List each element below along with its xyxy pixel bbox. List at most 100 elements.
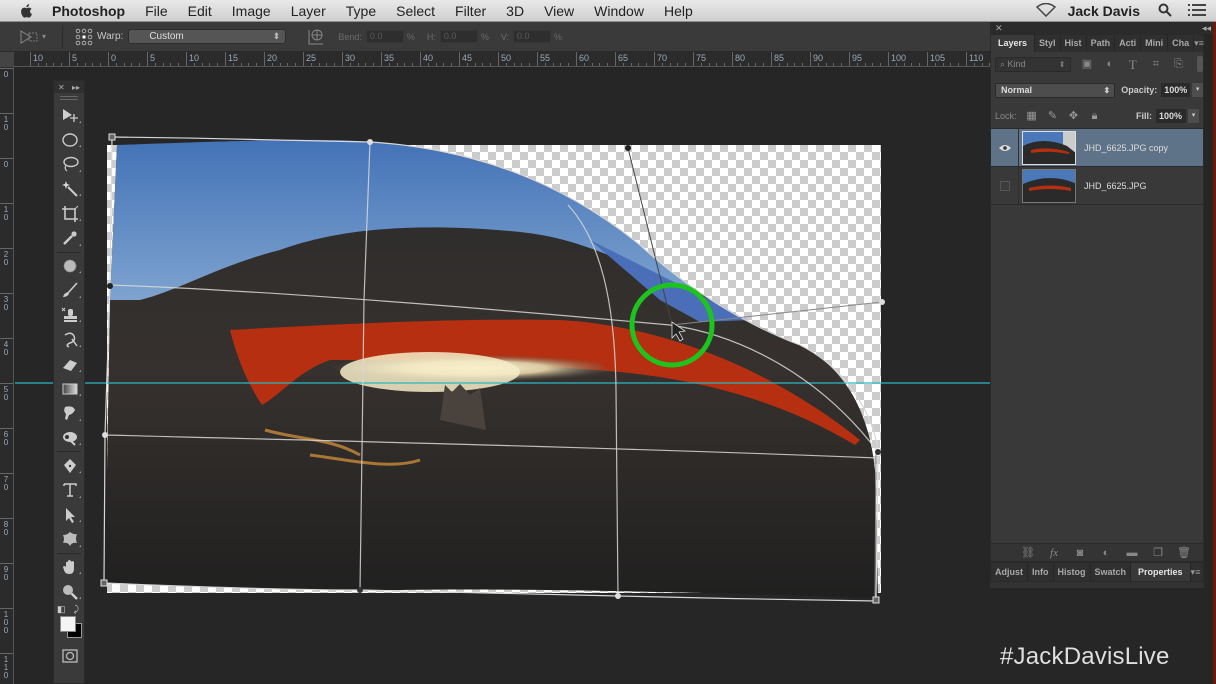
adjustment-layer-filter-icon[interactable]: ◐ — [1103, 58, 1116, 71]
new-layer-icon[interactable]: ❐ — [1151, 546, 1165, 559]
collapse-icon[interactable]: ◂◂ — [1202, 23, 1211, 34]
apple-icon[interactable] — [18, 3, 36, 19]
path-selection-tool[interactable] — [54, 503, 86, 528]
filter-toggle[interactable] — [1197, 56, 1203, 72]
clone-stamp-tool[interactable] — [54, 303, 86, 328]
tab-history[interactable]: Hist — [1061, 35, 1087, 52]
custom-shape-tool[interactable] — [54, 527, 86, 552]
pixel-layer-filter-icon[interactable]: ▣ — [1081, 58, 1094, 71]
layer-name[interactable]: JHD_6625.JPG — [1084, 181, 1147, 191]
vertical-distortion-input[interactable]: 0.0 — [513, 30, 552, 43]
tab-adjustments[interactable]: Adjust — [991, 563, 1028, 581]
menu-3d[interactable]: 3D — [496, 0, 534, 22]
gradient-tool[interactable] — [54, 377, 86, 402]
trash-icon[interactable]: 🗑︎ — [1177, 546, 1191, 559]
bend-input[interactable]: 0.0 — [365, 30, 404, 43]
layer-name[interactable]: JHD_6625.JPG copy — [1084, 143, 1168, 153]
corner-anchor[interactable] — [108, 133, 116, 141]
opacity-dropdown-icon[interactable]: ▾ — [1192, 83, 1203, 97]
control-handle[interactable] — [615, 593, 621, 599]
notification-list-icon[interactable] — [1188, 3, 1206, 20]
tab-info[interactable]: Info — [1028, 563, 1054, 581]
menu-view[interactable]: View — [534, 0, 584, 22]
smudge-tool[interactable] — [54, 401, 86, 426]
fill-input[interactable]: 100% — [1156, 109, 1186, 123]
menu-layer[interactable]: Layer — [281, 0, 336, 22]
new-group-icon[interactable]: ▬ — [1125, 547, 1139, 559]
lock-position-icon[interactable]: ✥ — [1068, 110, 1080, 122]
corner-anchor[interactable] — [100, 579, 108, 587]
elliptical-marquee-tool[interactable] — [54, 128, 86, 153]
collapse-icon[interactable]: ▸▸ — [72, 83, 80, 92]
warp-grid-icon[interactable] — [75, 28, 93, 46]
search-icon[interactable] — [1158, 3, 1172, 20]
fx-icon[interactable]: fx — [1047, 547, 1061, 559]
link-layers-icon[interactable]: ⛓ — [1021, 546, 1035, 559]
layer-visibility-toggle[interactable] — [991, 166, 1019, 205]
hand-tool[interactable] — [54, 555, 86, 580]
warp-style-select[interactable]: Custom — [128, 29, 287, 44]
warp-orientation-icon[interactable] — [306, 27, 326, 47]
control-handle[interactable] — [625, 145, 631, 151]
wifi-icon[interactable] — [1035, 2, 1056, 20]
user-name[interactable]: Jack Davis — [1068, 3, 1140, 19]
horizontal-ruler[interactable]: 10 5 0 5 10 15 20 25 30 35 40 45 50 55 60 65 70 75 80 85 90 9… — [14, 52, 990, 67]
tab-channels[interactable]: Cha — [1168, 35, 1195, 52]
crop-tool[interactable] — [54, 201, 86, 226]
tool-preset-picker[interactable] — [18, 28, 40, 46]
panel-menu-icon[interactable]: ▾≡ — [1191, 563, 1205, 581]
control-handle[interactable] — [879, 299, 885, 305]
close-icon[interactable]: ✕ — [58, 83, 65, 92]
properties-panel-collapsed[interactable] — [990, 582, 1204, 588]
magic-wand-tool[interactable] — [54, 177, 86, 202]
type-layer-filter-icon[interactable]: T — [1126, 58, 1139, 71]
tools-panel-header[interactable]: ✕ ▸▸ — [54, 81, 84, 93]
control-handle[interactable] — [875, 449, 881, 455]
dodge-tool[interactable] — [54, 426, 86, 451]
close-icon[interactable]: ✕ — [995, 23, 1003, 34]
control-handle[interactable] — [357, 587, 363, 593]
tab-styles[interactable]: Styl — [1035, 35, 1061, 52]
lock-all-icon[interactable]: 🔒︎ — [1089, 110, 1101, 122]
menu-file[interactable]: File — [135, 0, 178, 22]
adjustment-layer-icon[interactable]: ◐ — [1099, 547, 1113, 559]
filter-kind-select[interactable]: ⌕ Kind — [995, 56, 1071, 72]
menu-app-photoshop[interactable]: Photoshop — [52, 0, 135, 22]
blend-mode-select[interactable]: Normal — [995, 82, 1116, 98]
horizontal-distortion-input[interactable]: 0.0 — [439, 30, 478, 43]
menu-help[interactable]: Help — [654, 0, 703, 22]
type-tool[interactable] — [54, 478, 86, 503]
eraser-tool[interactable] — [54, 352, 86, 377]
control-handle[interactable] — [367, 139, 373, 145]
layer-visibility-toggle[interactable] — [991, 128, 1019, 167]
lasso-tool[interactable] — [54, 152, 86, 177]
control-handle[interactable] — [102, 432, 108, 438]
menu-image[interactable]: Image — [222, 0, 281, 22]
zoom-tool[interactable] — [54, 579, 86, 604]
foreground-color[interactable] — [60, 615, 76, 632]
control-handle[interactable] — [107, 283, 113, 289]
history-brush-tool[interactable] — [54, 327, 86, 352]
corner-anchor[interactable] — [872, 596, 880, 604]
brush-tool[interactable] — [54, 278, 86, 303]
eyedropper-tool[interactable] — [54, 226, 86, 251]
layer-row[interactable]: JHD_6625.JPG copy — [991, 128, 1203, 167]
menu-edit[interactable]: Edit — [178, 0, 222, 22]
tab-properties[interactable]: Properties — [1131, 563, 1191, 581]
menu-type[interactable]: Type — [336, 0, 386, 22]
tab-histogram[interactable]: Histog — [1054, 563, 1091, 581]
menu-window[interactable]: Window — [584, 0, 654, 22]
spot-healing-tool[interactable] — [54, 254, 86, 279]
default-colors-icon[interactable]: ◧ — [57, 604, 66, 615]
chevron-down-icon[interactable]: ▾ — [42, 32, 52, 41]
opacity-input[interactable]: 100% — [1161, 83, 1191, 97]
menu-filter[interactable]: Filter — [445, 0, 496, 22]
tab-swatches[interactable]: Swatch — [1091, 563, 1132, 581]
ruler-origin[interactable] — [0, 52, 14, 67]
tab-layers[interactable]: Layers — [991, 35, 1036, 52]
panel-grip[interactable] — [60, 96, 78, 100]
vertical-ruler[interactable]: 0100102030405060708090100110 — [0, 67, 14, 684]
tab-paths[interactable]: Path — [1087, 35, 1116, 52]
add-mask-icon[interactable]: ◙ — [1073, 547, 1087, 559]
lock-transparent-pixels-icon[interactable]: ▦ — [1026, 110, 1038, 122]
